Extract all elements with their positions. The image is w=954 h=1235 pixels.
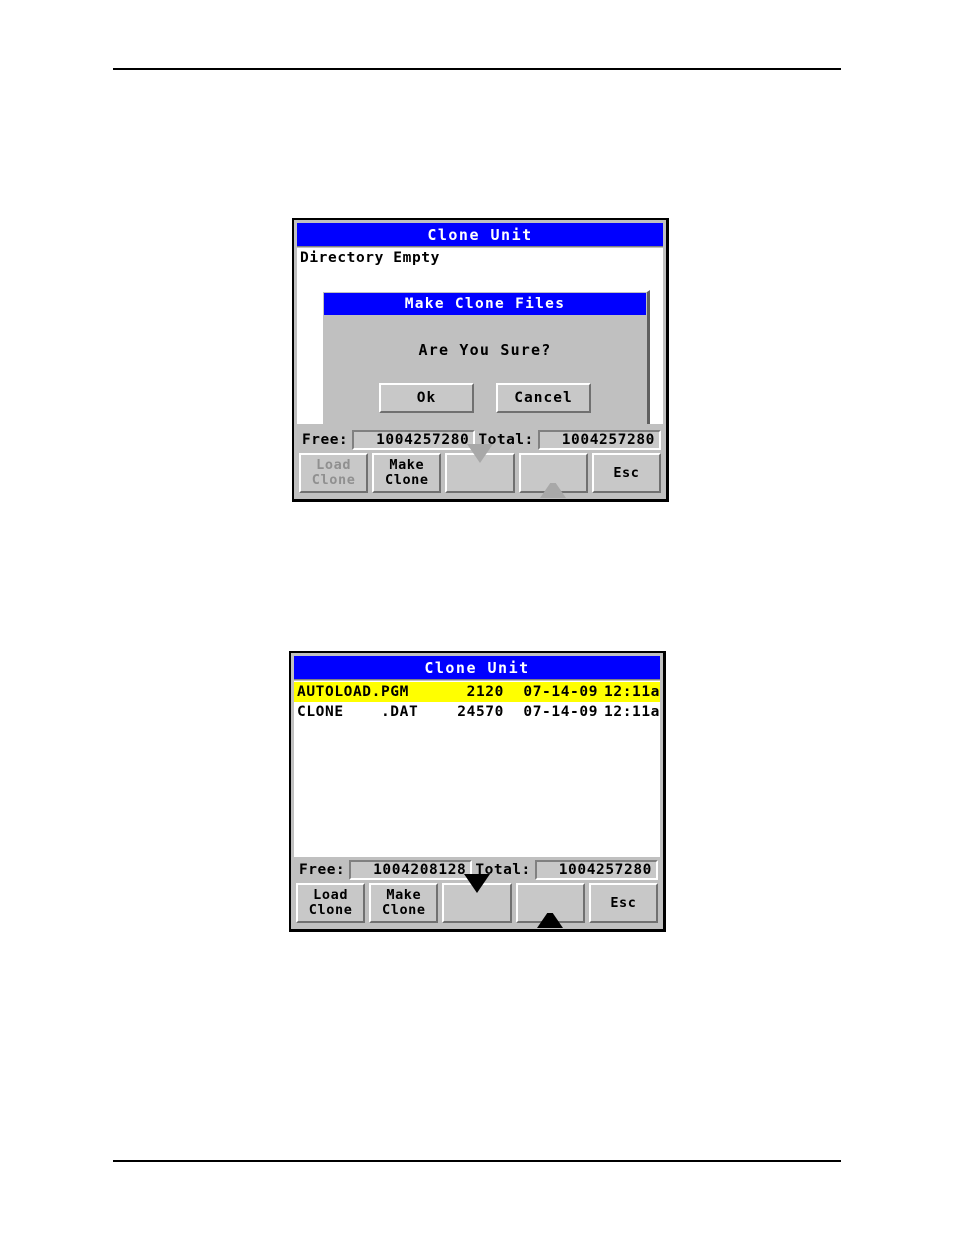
page-footer-rule xyxy=(113,1160,841,1162)
load-clone-label-line2: Clone xyxy=(311,472,356,488)
free-space-value: 1004257280 xyxy=(352,430,476,450)
file-name: CLONE .DAT xyxy=(297,704,419,720)
esc-label: Esc xyxy=(610,894,637,911)
file-list-area[interactable]: AUTOLOAD.PGM 2120 07-14-09 12:11a CLONE … xyxy=(294,681,660,857)
load-clone-label-line2: Clone xyxy=(308,902,353,918)
clone-unit-filelist-screenshot: Clone Unit AUTOLOAD.PGM 2120 07-14-09 12… xyxy=(289,651,666,932)
device-screen: Clone Unit AUTOLOAD.PGM 2120 07-14-09 12… xyxy=(294,656,660,928)
file-date: 07-14-09 xyxy=(523,704,599,720)
softkey-button-row: Load Clone Make Clone Esc xyxy=(296,873,659,928)
esc-button[interactable]: Esc xyxy=(591,453,662,493)
dialog-message: Are You Sure? xyxy=(418,341,552,359)
triangle-down-icon xyxy=(467,443,493,483)
triangle-down-icon xyxy=(464,873,490,913)
file-name: AUTOLOAD.PGM xyxy=(297,684,409,700)
make-clone-button[interactable]: Make Clone xyxy=(372,453,442,493)
esc-button[interactable]: Esc xyxy=(588,883,659,923)
clone-unit-confirm-screenshot: Clone Unit Directory Empty Make Clone Fi… xyxy=(292,218,669,502)
directory-status-text: Directory Empty xyxy=(300,250,440,266)
make-clone-label-line2: Clone xyxy=(381,902,426,918)
device-screen: Clone Unit Directory Empty Make Clone Fi… xyxy=(297,223,663,498)
scroll-down-button[interactable] xyxy=(442,873,512,923)
total-space-value: 1004257280 xyxy=(537,430,662,450)
make-clone-button[interactable]: Make Clone xyxy=(369,883,439,923)
file-time: 12:11a xyxy=(604,684,660,700)
triangle-up-icon xyxy=(537,892,564,928)
window-titlebar: Clone Unit xyxy=(297,223,663,247)
table-row[interactable]: AUTOLOAD.PGM 2120 07-14-09 12:11a xyxy=(294,682,660,702)
load-clone-label-line1: Load xyxy=(316,457,352,473)
cancel-button[interactable]: Cancel xyxy=(496,383,591,413)
bottom-control-panel: Free: 1004208128 Total: 1004257280 Load … xyxy=(294,857,660,928)
dialog-button-group: Ok Cancel xyxy=(323,383,647,413)
table-row[interactable]: CLONE .DAT 24570 07-14-09 12:11a xyxy=(294,702,660,722)
window-titlebar: Clone Unit xyxy=(294,656,660,680)
load-clone-button[interactable]: Load Clone xyxy=(296,883,366,923)
make-clone-label-line1: Make xyxy=(389,457,425,473)
free-space-label: Free: xyxy=(302,432,349,448)
softkey-button-row: Load Clone Make Clone Esc xyxy=(299,443,662,498)
file-date: 07-14-09 xyxy=(523,684,599,700)
make-clone-label-line1: Make xyxy=(386,887,422,903)
load-clone-label-line1: Load xyxy=(313,887,349,903)
total-space-value: 1004257280 xyxy=(534,860,659,880)
file-time: 12:11a xyxy=(604,704,660,720)
dialog-title: Make Clone Files xyxy=(404,296,566,312)
free-space-label: Free: xyxy=(299,862,346,878)
file-size: 2120 xyxy=(466,684,504,700)
ok-button[interactable]: Ok xyxy=(379,383,474,413)
dialog-titlebar: Make Clone Files xyxy=(324,293,646,315)
esc-label: Esc xyxy=(613,464,640,481)
scroll-down-button[interactable] xyxy=(445,443,515,493)
make-clone-files-dialog: Make Clone Files Are You Sure? Ok Cancel xyxy=(321,290,650,424)
file-list-area[interactable]: Directory Empty Make Clone Files Are You… xyxy=(297,248,663,424)
bottom-control-panel: Free: 1004257280 Total: 1004257280 Load … xyxy=(297,427,663,498)
load-clone-button[interactable]: Load Clone xyxy=(299,453,369,493)
window-title: Clone Unit xyxy=(427,225,533,244)
page-header-rule xyxy=(113,68,841,70)
scroll-up-button[interactable] xyxy=(515,883,585,928)
make-clone-label-line2: Clone xyxy=(384,472,429,488)
scroll-up-button[interactable] xyxy=(518,453,588,498)
free-space-value: 1004208128 xyxy=(349,860,473,880)
window-title: Clone Unit xyxy=(424,658,530,677)
file-size: 24570 xyxy=(457,704,504,720)
triangle-up-icon xyxy=(540,462,567,498)
